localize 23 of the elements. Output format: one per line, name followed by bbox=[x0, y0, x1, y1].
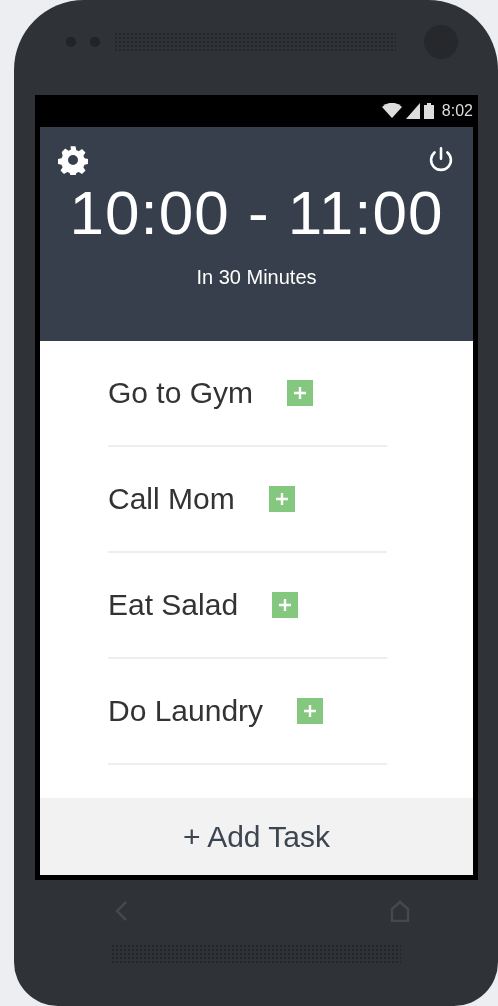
status-time: 8:02 bbox=[441, 102, 473, 120]
wifi-icon bbox=[381, 103, 402, 119]
battery-icon bbox=[423, 103, 434, 119]
power-button[interactable] bbox=[427, 146, 455, 174]
add-subtask-button[interactable] bbox=[297, 698, 324, 724]
signal-icon bbox=[405, 103, 420, 119]
task-label: Do Laundry bbox=[108, 694, 264, 728]
add-task-button[interactable]: + Add Task bbox=[40, 798, 473, 875]
plus-icon bbox=[303, 704, 318, 718]
settings-button[interactable] bbox=[58, 145, 88, 175]
task-label: Call Mom bbox=[108, 482, 235, 516]
add-subtask-button[interactable] bbox=[287, 380, 314, 406]
add-subtask-button[interactable] bbox=[272, 592, 299, 618]
settings-icon bbox=[58, 145, 88, 175]
time-range: 10:00 - 11:00 bbox=[68, 177, 445, 248]
add-subtask-button[interactable] bbox=[268, 486, 295, 512]
plus-icon bbox=[274, 492, 289, 506]
task-label: Eat Salad bbox=[108, 588, 239, 622]
plus-icon bbox=[293, 386, 308, 400]
task-label: Go to Gym bbox=[108, 376, 254, 410]
plus-icon bbox=[278, 598, 293, 612]
countdown-text: In 30 Minutes bbox=[195, 266, 318, 289]
power-icon bbox=[427, 146, 455, 174]
